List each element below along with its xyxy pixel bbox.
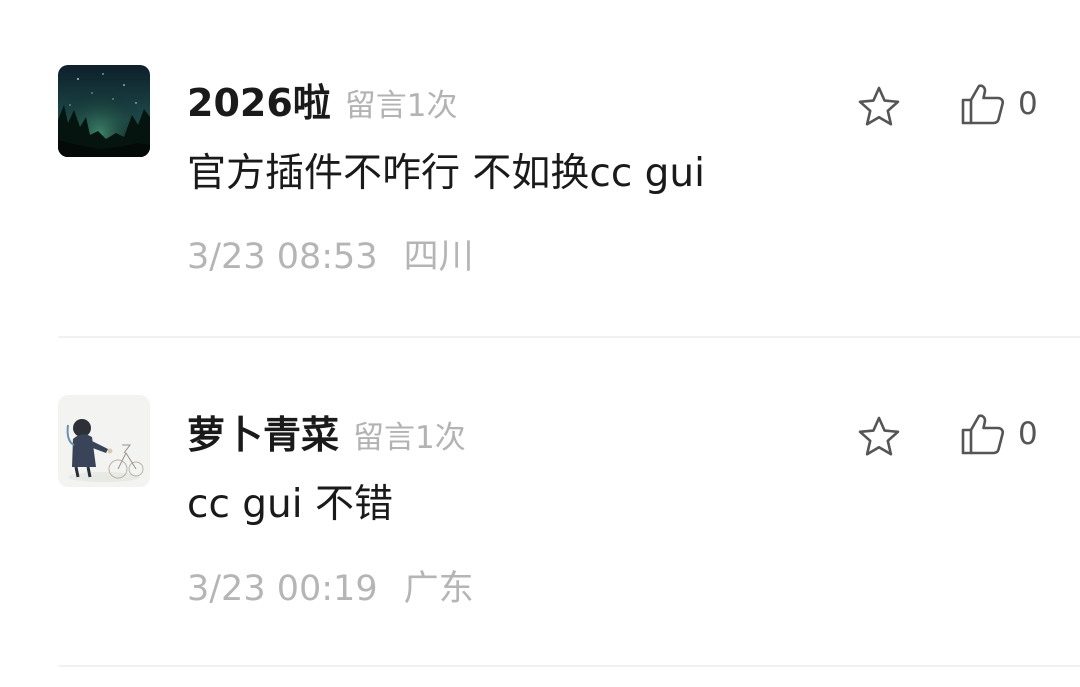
comment-text: cc gui 不错 (187, 482, 393, 527)
thumbs-up-icon (961, 414, 1005, 455)
favorite-button[interactable] (855, 413, 903, 461)
divider (58, 665, 1080, 667)
comment-item: 2026啦 留言1次 官方插件不咋行 不如换cc gui 3/23 08:53 四… (0, 0, 1080, 338)
avatar[interactable] (58, 395, 150, 487)
comment-text: 官方插件不咋行 不如换cc gui (187, 151, 705, 196)
girl-with-bicycle-avatar-icon (58, 395, 150, 487)
favorite-button[interactable] (855, 83, 903, 131)
username-row: 萝卜青菜 留言1次 (187, 404, 466, 457)
like-button[interactable]: 0 (960, 409, 1038, 459)
thumbs-up-icon (961, 84, 1005, 125)
comment-meta: 3/23 08:53 四川 (187, 228, 474, 279)
avatar[interactable] (58, 65, 150, 157)
username-row: 2026啦 留言1次 (187, 72, 458, 125)
like-count: 0 (1018, 86, 1038, 122)
comment-time: 3/23 08:53 (187, 237, 378, 277)
night-forest-avatar-icon (58, 65, 150, 157)
star-icon (858, 416, 900, 456)
comment-region: 四川 (403, 237, 474, 277)
username[interactable]: 萝卜青菜 (187, 404, 339, 459)
message-count: 留言1次 (344, 88, 458, 124)
username[interactable]: 2026啦 (187, 72, 331, 127)
like-count: 0 (1018, 416, 1038, 452)
like-button[interactable]: 0 (960, 79, 1038, 129)
star-icon (858, 86, 900, 126)
comment-item: 萝卜青菜 留言1次 cc gui 不错 3/23 00:19 广东 0 (0, 330, 1080, 667)
comment-region: 广东 (403, 569, 474, 609)
comment-meta: 3/23 00:19 广东 (187, 560, 474, 611)
message-count: 留言1次 (353, 420, 466, 456)
comment-time: 3/23 00:19 (187, 569, 378, 609)
